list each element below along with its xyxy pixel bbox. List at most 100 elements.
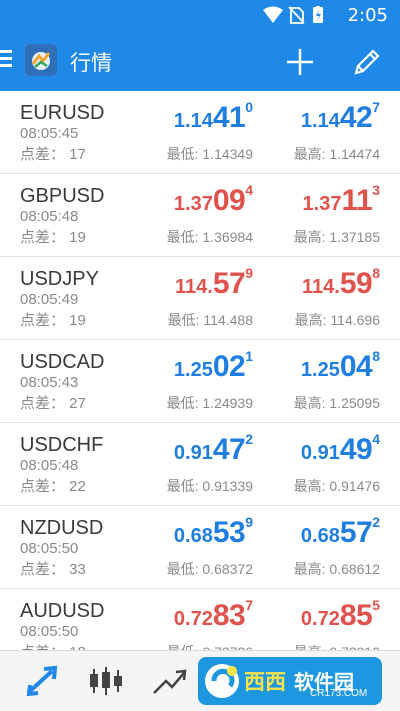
spread-value: 点差： 27 [20,395,86,412]
quote-row-usdcad[interactable]: USDCAD 08:05:43 点差： 27 1.25021 1.25048 最… [0,340,400,423]
spread-value: 点差： 33 [20,561,86,578]
low-price: 最低: 0.91339 [166,478,253,494]
bid-price-fraction: 4 [245,182,253,198]
nav-chart[interactable] [86,663,126,699]
quote-time: 08:05:50 [20,540,79,557]
quote-row-nzdusd[interactable]: NZDUSD 08:05:50 点差： 33 0.68539 0.68572 最… [0,506,400,589]
ask-price-fraction: 2 [372,514,380,530]
high-price: 最高: 0.68612 [293,561,380,577]
status-time: 2:05 [347,5,388,26]
low-price: 最低: 114.488 [167,312,253,328]
ask-price-fraction: 8 [372,348,380,364]
ask-price[interactable]: 0.91494 [301,431,380,467]
bid-price-pips: 41 [212,101,246,134]
app-bar: 行情 [0,30,400,91]
edit-list-button[interactable] [350,45,384,79]
add-symbol-button[interactable] [283,45,317,79]
symbol-name: USDCAD [20,351,105,373]
ask-price-prefix: 0.72 [300,608,340,630]
nav-trade[interactable] [150,663,190,699]
ask-price[interactable]: 0.68572 [300,514,380,550]
quote-time: 08:05:48 [20,457,79,474]
high-price: 最高: 1.25095 [293,395,380,411]
quote-row-gbpusd[interactable]: GBPUSD 08:05:48 点差： 19 1.37094 1.37113 最… [0,174,400,257]
ask-price[interactable]: 1.37113 [302,182,380,218]
spread-value: 点差： 18 [20,641,86,650]
ask-price[interactable]: 114.598 [302,265,380,301]
high-price: 最高: 1.14474 [293,146,380,162]
battery-charging-icon [313,6,323,23]
app-logo-icon [25,44,57,76]
ask-price-prefix: 1.37 [302,193,342,215]
ask-price-pips: 04 [339,350,373,383]
bid-price-pips: 47 [212,433,246,466]
ask-price-prefix: 1.25 [300,359,340,381]
ask-price-fraction: 5 [372,597,380,613]
bid-price[interactable]: 0.91472 [173,431,253,467]
bid-price[interactable]: 114.579 [175,265,253,301]
ask-price-fraction: 8 [372,265,380,281]
bid-price[interactable]: 0.68539 [174,514,253,550]
ask-price-prefix: 1.14 [300,110,340,132]
bid-price-fraction: 9 [245,514,253,530]
edit-icon [354,49,380,75]
ask-price[interactable]: 1.25048 [300,348,380,384]
quote-row-usdjpy[interactable]: USDJPY 08:05:49 点差： 19 114.579 114.598 最… [0,257,400,340]
ask-price[interactable]: 0.72855 [300,597,380,633]
bid-price-prefix: 1.37 [173,193,213,215]
quote-row-audusd[interactable]: AUDUSD 08:05:50 点差： 18 0.72837 0.72855 最… [0,589,400,650]
bid-price-prefix: 114. [175,276,213,298]
ask-price-pips: 59 [339,267,373,300]
trade-icon [153,669,187,694]
bid-price-pips: 09 [212,184,246,217]
ask-price[interactable]: 1.14427 [300,99,380,135]
low-price: 最低: 1.36984 [166,229,253,245]
ask-price-fraction: 7 [372,99,380,115]
quote-time: 08:05:49 [20,291,79,308]
bid-price-pips: 83 [212,599,246,632]
symbol-name: NZDUSD [20,517,104,539]
low-price: 最低: 1.14349 [166,146,253,162]
low-price: 最低: 0.72726 [167,642,253,650]
ask-price-pips: 11 [341,184,373,217]
bid-price-pips: 02 [212,350,246,383]
status-bar: 2:05 [0,0,400,30]
quote-time: 08:05:43 [20,374,79,391]
watermark-text-1: 西西 [244,670,286,694]
bid-price-pips: 57 [212,267,246,300]
page-title: 行情 [70,51,112,75]
menu-icon[interactable] [0,50,14,70]
bid-price[interactable]: 1.14410 [173,99,253,135]
bid-price[interactable]: 0.72837 [174,597,253,633]
low-price: 最低: 1.24939 [166,395,253,411]
bid-price-fraction: 7 [245,597,253,613]
symbol-name: GBPUSD [20,185,105,207]
wifi-icon [263,6,283,23]
spread-value: 点差： 19 [20,312,86,329]
bid-price-fraction: 0 [245,99,253,115]
high-price: 最高: 114.696 [294,312,380,328]
ask-price-fraction: 3 [372,182,380,198]
quote-row-usdchf[interactable]: USDCHF 08:05:48 点差： 22 0.91472 0.91494 最… [0,423,400,506]
ask-price-prefix: 0.68 [300,525,340,547]
bid-price[interactable]: 1.25021 [173,348,253,384]
quote-time: 08:05:45 [20,125,79,142]
watermark-logo: 西西 软件园 CR173.COM [198,657,382,705]
ask-price-pips: 57 [339,516,373,549]
nav-quotes[interactable] [22,663,62,699]
ask-price-pips: 42 [339,101,373,134]
symbol-name: USDJPY [20,268,99,290]
ask-price-prefix: 114. [302,276,340,298]
bid-price-prefix: 1.25 [173,359,213,381]
bid-price[interactable]: 1.37094 [173,182,253,218]
ask-price-fraction: 4 [372,431,380,447]
symbol-name: USDCHF [20,434,104,456]
bid-price-prefix: 0.91 [173,442,213,464]
ask-price-pips: 49 [339,433,373,466]
bid-price-prefix: 1.14 [173,110,213,132]
ask-price-pips: 85 [339,599,373,632]
high-price: 最高: 0.72910 [294,642,380,650]
high-price: 最高: 0.91476 [293,478,380,494]
spread-value: 点差： 17 [20,146,86,163]
quote-row-eurusd[interactable]: EURUSD 08:05:45 点差： 17 1.14410 1.14427 最… [0,91,400,174]
